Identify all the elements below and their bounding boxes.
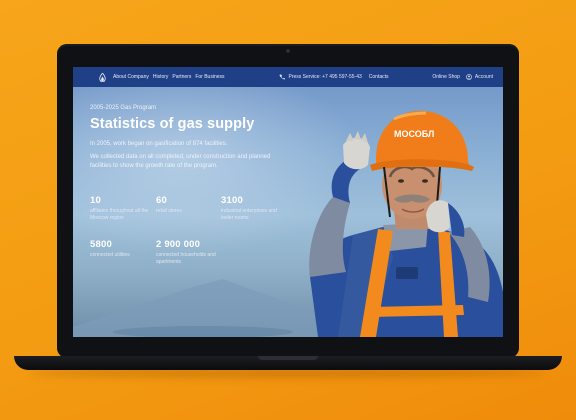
press-service-link[interactable]: Press Service: +7 495 597-55-43 <box>289 74 362 80</box>
nav-user-group: Online Shop Account <box>432 74 493 80</box>
hero-description-text: We collected data on all completed, unde… <box>90 154 271 169</box>
stat-households: 2 900 000 connected households and apart… <box>156 239 222 266</box>
stat-industrial: 3100 industrial enterprises and boiler r… <box>221 195 287 222</box>
stat-value: 10 <box>90 195 101 206</box>
stat-label: retail stores <box>156 208 182 214</box>
stat-label: connected utilities <box>90 252 130 258</box>
nav-link-business[interactable]: For Business <box>195 74 224 80</box>
browser-screen: About Company History Partners For Busin… <box>73 67 503 337</box>
helmet-text: МОСОБЛ <box>394 129 434 139</box>
hero-intro-text: In 2005, work began on gasification of 8… <box>90 141 228 147</box>
account-link[interactable]: Account <box>475 74 493 80</box>
nav-contact-group: Press Service: +7 495 597-55-43 Contacts <box>279 74 389 80</box>
stat-affiliates: 10 affiliates throughout all the Moscow … <box>90 195 150 222</box>
hero-content: 2005-2025 Gas Program Statistics of gas … <box>90 105 280 171</box>
stat-retail-stores: 60 retail stores <box>156 195 216 215</box>
top-navbar: About Company History Partners For Busin… <box>73 67 503 87</box>
laptop-base <box>14 356 562 370</box>
stat-value: 60 <box>156 195 167 206</box>
nav-links: About Company History Partners For Busin… <box>99 72 225 82</box>
webcam <box>286 49 290 53</box>
stat-value: 3100 <box>221 195 243 206</box>
stats-grid: 10 affiliates throughout all the Moscow … <box>90 195 305 285</box>
stat-label: industrial enterprises and boiler rooms <box>221 208 277 221</box>
stat-value: 2 900 000 <box>156 239 201 250</box>
nav-link-history[interactable]: History <box>153 74 169 80</box>
account-icon <box>466 74 472 80</box>
page-title: Statistics of gas supply <box>90 116 255 132</box>
hero-eyebrow: 2005-2025 Gas Program <box>90 105 157 111</box>
nav-link-contacts[interactable]: Contacts <box>369 74 389 80</box>
online-shop-link[interactable]: Online Shop <box>432 74 460 80</box>
phone-icon <box>279 74 285 80</box>
stat-utilities: 5800 connected utilities <box>90 239 150 259</box>
stat-value: 5800 <box>90 239 112 250</box>
stat-label: affiliates throughout all the Moscow reg… <box>90 208 149 221</box>
stat-label: connected households and apartments <box>156 252 216 265</box>
nav-link-partners[interactable]: Partners <box>172 74 191 80</box>
nav-link-about[interactable]: About Company <box>113 74 149 80</box>
logo-flame-icon[interactable] <box>99 72 106 82</box>
gas-worker-photo: МОСОБЛ <box>309 110 503 337</box>
